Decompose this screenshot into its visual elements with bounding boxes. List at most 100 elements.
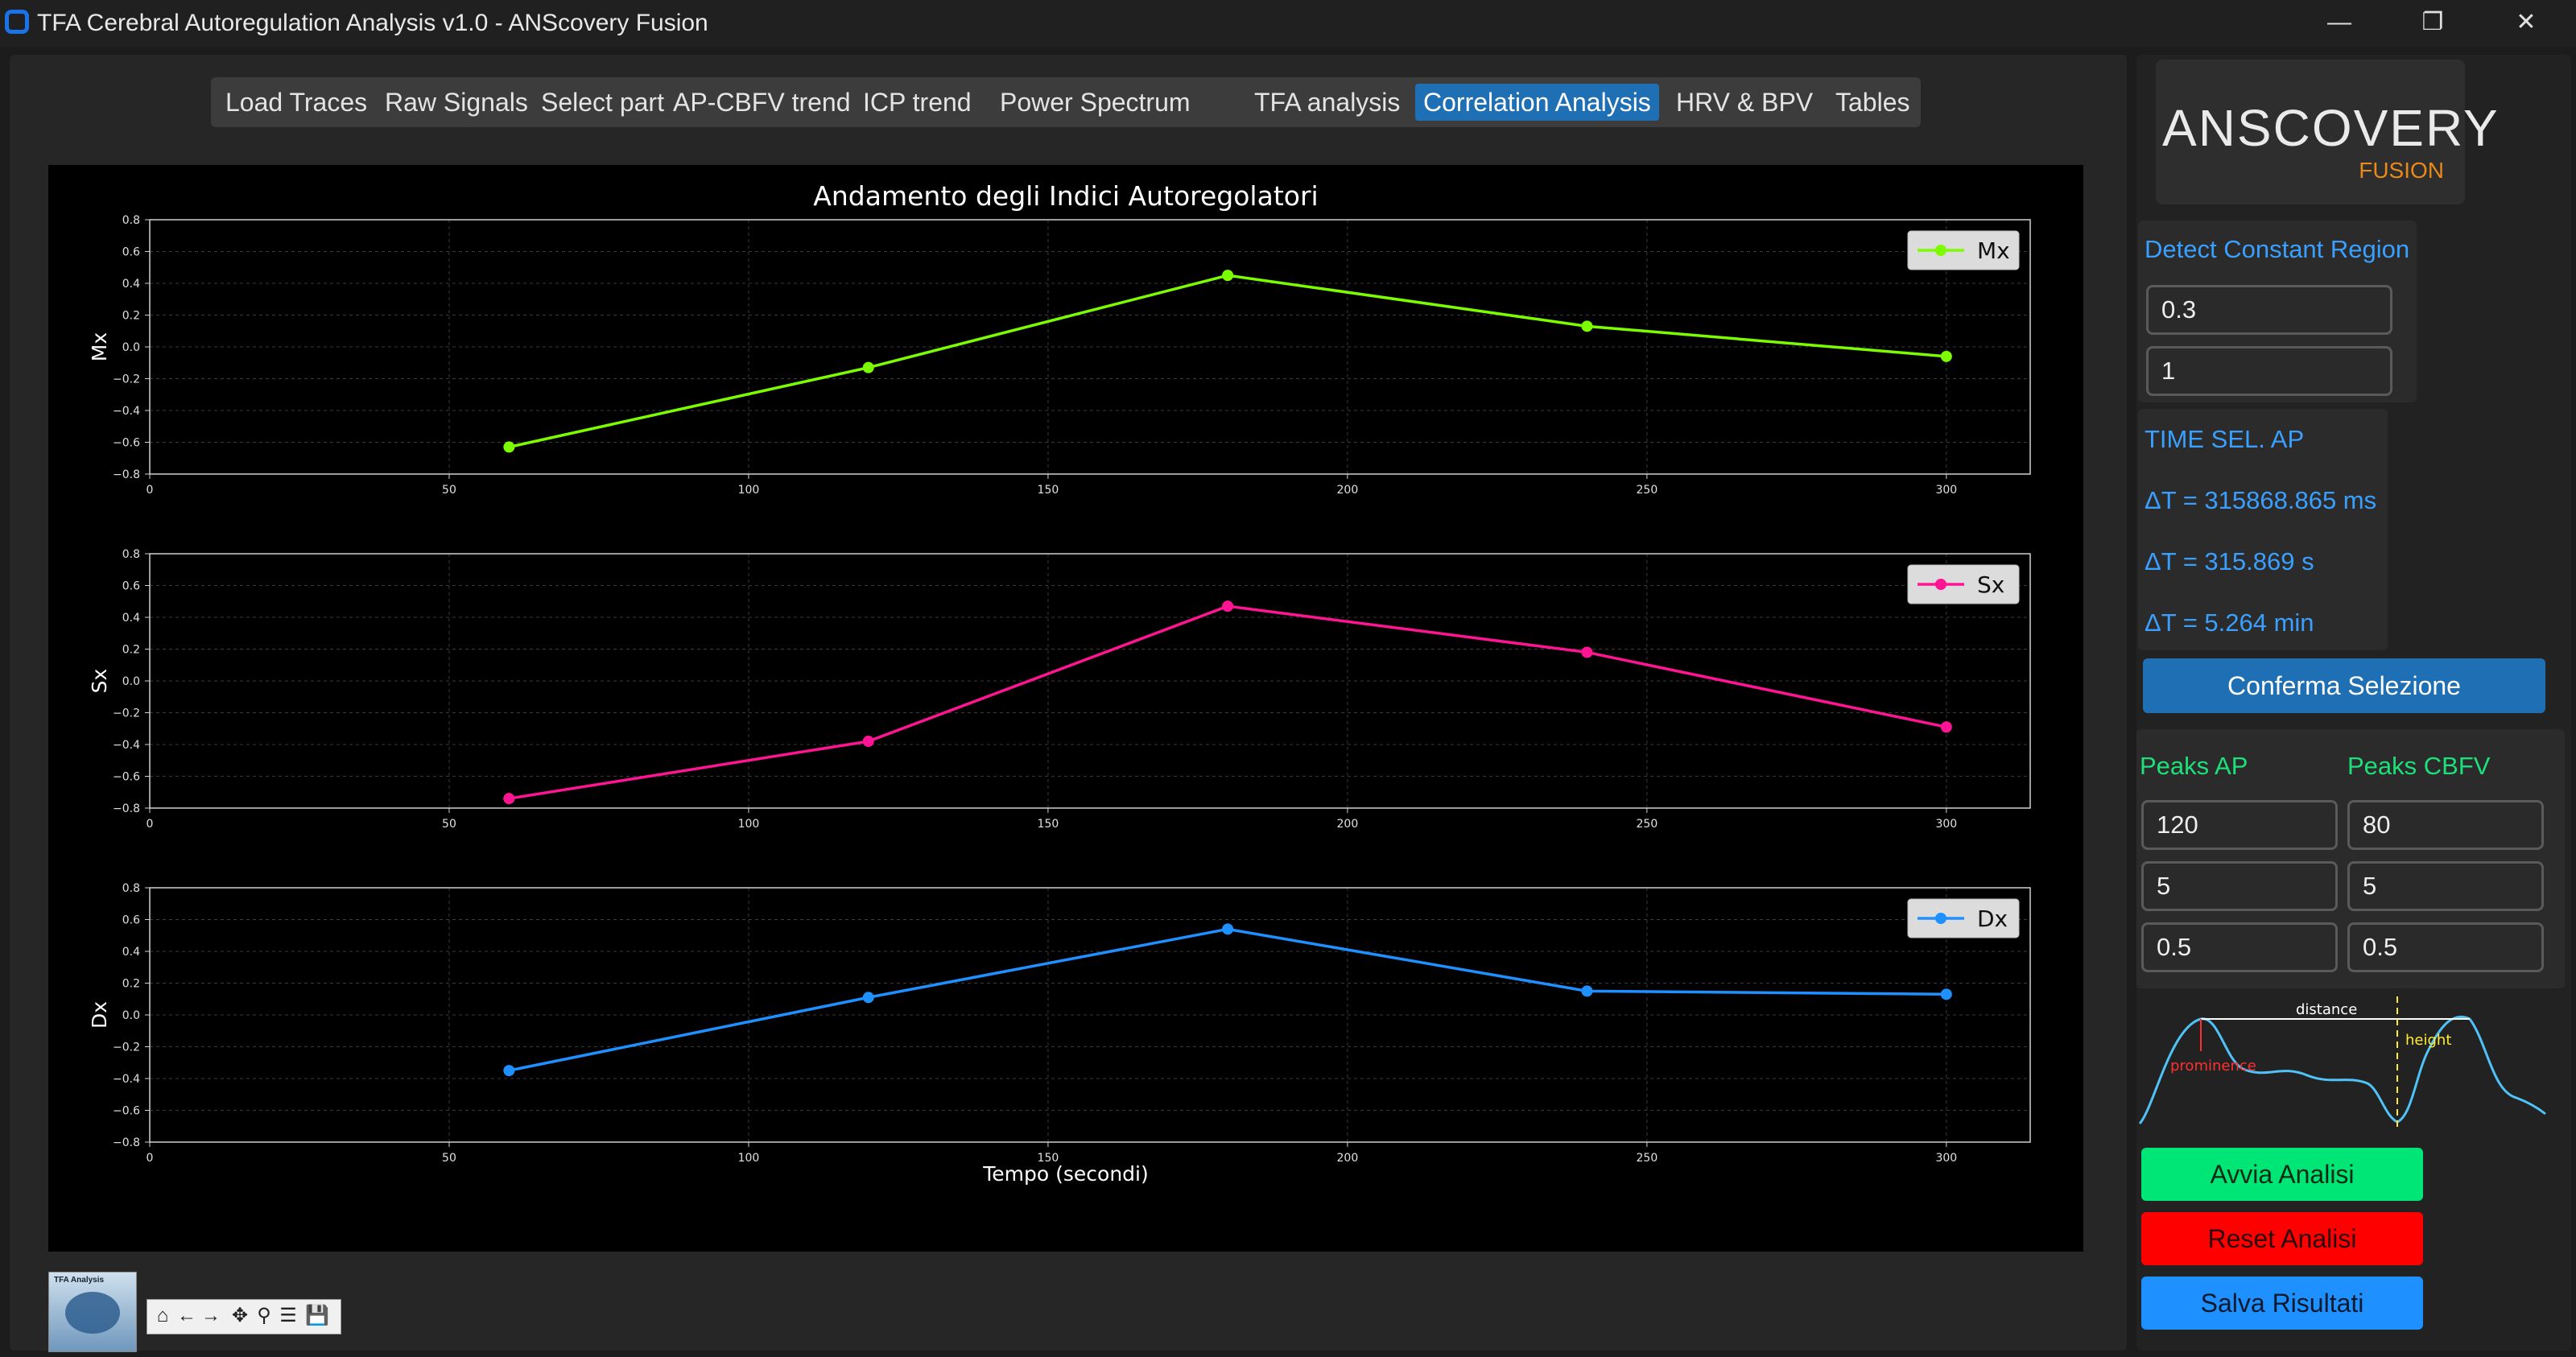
y-tick-label: −0.4 [113,739,140,752]
y-axis-label: Sx [88,669,111,694]
tab-raw-signals[interactable]: Raw Signals [377,84,536,121]
reset-analysis-button[interactable]: Reset Analisi [2141,1212,2423,1265]
x-tick-label: 250 [1637,818,1658,831]
tab-power-spectrum[interactable]: Power Spectrum [992,84,1199,121]
tab-tables[interactable]: Tables [1827,84,1918,121]
y-tick-label: 0.2 [122,644,140,657]
y-tick-label: 0.8 [122,548,140,561]
legend-label: Dx [1977,905,2008,932]
title-bar: TFA Cerebral Autoregulation Analysis v1.… [0,0,2576,47]
data-point-sx [1940,721,1952,733]
y-tick-label: −0.6 [113,437,140,450]
data-point-dx [1222,923,1234,935]
x-tick-label: 50 [442,1152,456,1165]
restore-button[interactable]: ❐ [2401,6,2465,39]
data-point-sx [503,793,515,805]
app-icon [5,10,29,34]
confirm-selection-button[interactable]: Conferma Selezione [2143,658,2545,713]
height-label: height [2405,1032,2451,1049]
data-point-dx [503,1065,515,1077]
x-tick-label: 50 [442,818,456,831]
tab-correlation-analysis[interactable]: Correlation Analysis [1415,84,1659,121]
constant-region-threshold-input[interactable] [2146,285,2392,335]
peaks-cbfv-distance-input[interactable] [2347,861,2544,911]
app-thumbnail: TFA Analysis [48,1272,137,1352]
data-point-mx [503,441,515,453]
x-tick-label: 50 [442,484,456,497]
peaks-ap-prominence-input[interactable] [2141,922,2338,972]
y-tick-label: −0.2 [113,1041,140,1054]
tab-tfa-analysis[interactable]: TFA analysis [1246,84,1408,121]
legend-marker [1935,913,1946,924]
brain-icon [65,1292,120,1334]
window-title: TFA Cerebral Autoregulation Analysis v1.… [37,10,708,36]
y-tick-label: 0.6 [122,580,140,593]
data-point-dx [1581,985,1593,997]
delta-t-s: ΔT = 315.869 s [2145,547,2314,575]
peaks-parameter-diagram: distance height prominence [2138,996,2546,1130]
series-line-sx [509,604,1947,800]
start-analysis-button[interactable]: Avvia Analisi [2141,1148,2423,1201]
legend-label: Sx [1977,571,2004,598]
y-tick-label: −0.2 [113,373,140,386]
peaks-ap-height-input[interactable] [2141,800,2338,850]
x-tick-label: 150 [1038,818,1059,831]
correlation-chart: Andamento degli Indici Autoregolatori Te… [88,180,2031,1186]
y-axis-label: Mx [88,332,111,361]
x-tick-label: 200 [1337,1152,1359,1165]
peaks-ap-label: Peaks AP [2140,752,2248,780]
x-tick-label: 100 [738,818,760,831]
x-tick-label: 250 [1637,484,1658,497]
x-axis-label: Tempo (secondi) [982,1162,1148,1186]
tab-ap-cbfv-trend[interactable]: AP-CBFV trend [665,84,859,121]
panel-dx: −0.8 −0.6 −0.4 −0.2 0.0 0.2 0.4 0.6 0.8 0 50 100 150… [88,882,2031,1165]
plot-navigation-toolbar: ⌂ ← → ✥ ⚲ ☰ 💾 [147,1299,341,1334]
tab-icp-trend[interactable]: ICP trend [855,84,980,121]
y-tick-label: −0.6 [113,771,140,784]
x-tick-label: 300 [1935,1152,1957,1165]
peaks-cbfv-height-input[interactable] [2347,800,2544,850]
y-tick-label: 0.0 [122,675,140,688]
panel-mx: −0.8 −0.6 −0.4 −0.2 0.0 0.2 0.4 0.6 0.8 0 50 100 150… [88,214,2031,497]
panel-sx: −0.8 −0.6 −0.4 −0.2 0.0 0.2 0.4 0.6 0.8 0 50 100 150… [88,548,2031,831]
y-axis-label: Dx [88,1001,111,1029]
back-icon[interactable]: ← [175,1303,199,1329]
x-tick-label: 300 [1935,818,1957,831]
x-tick-label: 0 [147,484,154,497]
y-tick-label: 0.6 [122,914,140,927]
data-point-mx [1581,320,1593,332]
peaks-cbfv-prominence-input[interactable] [2347,922,2544,972]
zoom-icon[interactable]: ⚲ [252,1303,276,1329]
y-tick-label: 0.2 [122,310,140,323]
y-tick-label: −0.6 [113,1105,140,1118]
y-tick-label: 0.8 [122,214,140,227]
legend-marker [1935,579,1946,590]
minimize-button[interactable]: — [2307,6,2372,39]
series-line-mx [508,274,1946,449]
prominence-label: prominence [2170,1058,2256,1074]
forward-icon[interactable]: → [199,1303,223,1329]
close-button[interactable]: ✕ [2494,6,2558,39]
home-icon[interactable]: ⌂ [151,1303,175,1329]
save-figure-icon[interactable]: 💾 [305,1303,329,1329]
y-tick-label: 0.6 [122,246,140,259]
data-point-dx [862,992,874,1004]
tab-load-traces[interactable]: Load Traces [217,84,375,121]
peaks-ap-distance-input[interactable] [2141,861,2338,911]
constant-region-duration-input[interactable] [2146,346,2392,396]
x-tick-label: 100 [738,1152,760,1165]
tab-select-part[interactable]: Select part [533,84,672,121]
x-tick-label: 0 [147,818,154,831]
y-tick-label: 0.4 [122,612,140,625]
y-tick-label: −0.4 [113,1073,140,1086]
time-selection-card: TIME SEL. AP ΔT = 315868.865 ms ΔT = 315… [2138,409,2388,650]
configure-icon[interactable]: ☰ [276,1303,300,1329]
pan-icon[interactable]: ✥ [228,1303,252,1329]
tab-hrv-bpv[interactable]: HRV & BPV [1668,84,1821,121]
data-point-sx [1222,600,1234,613]
y-tick-label: 0.4 [122,946,140,959]
plot-canvas[interactable]: Andamento degli Indici Autoregolatori Te… [48,165,2083,1252]
x-tick-label: 150 [1038,1152,1059,1165]
save-results-button[interactable]: Salva Risultati [2141,1277,2423,1330]
peaks-settings-card: Peaks AP Peaks CBFV [2136,729,2565,988]
